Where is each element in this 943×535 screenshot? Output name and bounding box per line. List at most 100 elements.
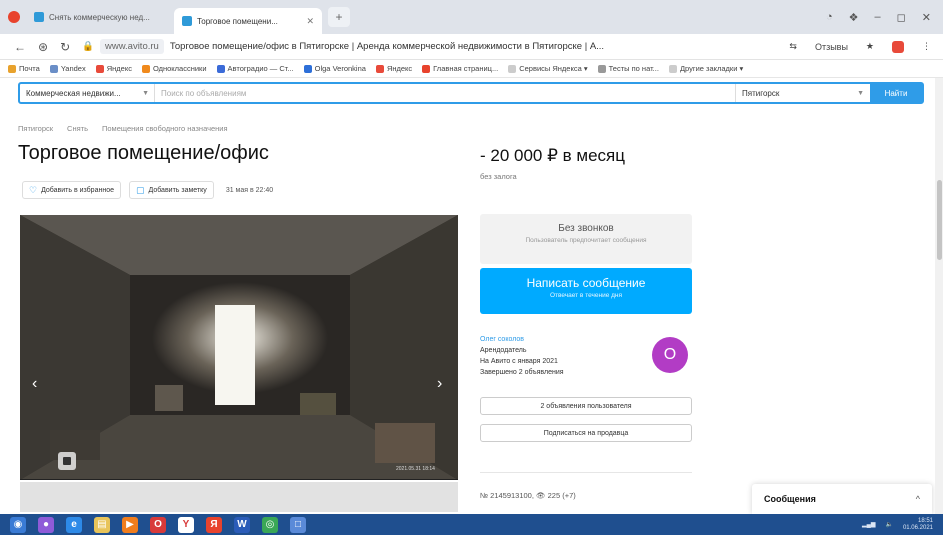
bookmark-item[interactable]: Тесты по нат... bbox=[597, 64, 659, 73]
browser-logo-icon[interactable] bbox=[8, 11, 20, 23]
scrollbar-thumb[interactable] bbox=[937, 180, 942, 260]
avatar[interactable]: О bbox=[652, 337, 688, 373]
bookmark-item[interactable]: Yandex bbox=[49, 64, 86, 73]
note-icon: ▢ bbox=[135, 184, 145, 195]
taskbar-yandex-browser-icon[interactable]: Я bbox=[206, 516, 222, 533]
maximize-button[interactable]: ◻ bbox=[897, 11, 906, 24]
url-host: www.avito.ru bbox=[99, 39, 164, 54]
taskbar-app-icon[interactable]: ● bbox=[38, 516, 54, 533]
tab-commercial[interactable]: Снять коммерческую нед... bbox=[26, 6, 174, 28]
tab-label: Снять коммерческую нед... bbox=[49, 12, 150, 22]
menu-icon[interactable]: ⋮ bbox=[922, 41, 931, 52]
security-icon[interactable]: ⊛ bbox=[38, 40, 48, 54]
favorite-label: Добавить в избранное bbox=[41, 186, 114, 194]
city-select[interactable]: Пятигорск ▼ bbox=[735, 84, 870, 102]
windows-taskbar: ◉ ● e ▤ ▶ O Y Я W ◎ □ ▂▄▆ 🔈 18:51 01.06.2021 bbox=[0, 514, 943, 535]
taskbar-word-icon[interactable]: W bbox=[234, 516, 250, 533]
taskbar-opera-icon[interactable]: O bbox=[150, 516, 166, 533]
bookmark-label: Тесты по нат... bbox=[608, 64, 659, 73]
no-calls-subtitle: Пользователь предпочитает сообщения bbox=[525, 237, 647, 244]
breadcrumb-item[interactable]: Пятигорск bbox=[18, 124, 53, 133]
bookmark-item[interactable]: Автоградио — Ст... bbox=[216, 64, 294, 73]
page-title-in-url: Торговое помещение/офис в Пятигорске | А… bbox=[169, 41, 605, 52]
messages-widget[interactable]: Сообщения ^ bbox=[752, 484, 932, 514]
chevron-up-icon[interactable]: ^ bbox=[916, 494, 920, 504]
bookmark-item[interactable]: Одноклассники bbox=[141, 64, 207, 73]
bookmark-label: Главная страниц... bbox=[433, 64, 499, 73]
bookmark-star-icon[interactable]: ★ bbox=[866, 41, 874, 52]
new-tab-button[interactable]: + bbox=[328, 7, 350, 27]
tab-close-icon[interactable]: ✕ bbox=[306, 16, 314, 27]
back-arrow-icon[interactable]: ← bbox=[14, 40, 26, 54]
breadcrumb: Пятигорск Снять Помещения свободного наз… bbox=[18, 124, 228, 133]
tab-listing[interactable]: Торговое помещени... ✕ bbox=[174, 8, 322, 34]
extensions-icon[interactable]: ❖ bbox=[849, 11, 859, 24]
bookmark-favicon-icon bbox=[95, 64, 104, 73]
taskbar-ie-icon[interactable]: e bbox=[66, 516, 82, 533]
taskbar-start-icon[interactable]: ◉ bbox=[10, 516, 26, 533]
seller-since: На Авито с января 2021 bbox=[480, 358, 558, 365]
photo-next-arrow-icon[interactable]: › bbox=[437, 375, 442, 393]
bookmark-favicon-icon bbox=[141, 64, 150, 73]
add-note-button[interactable]: ▢ Добавить заметку bbox=[128, 181, 214, 199]
address-bar-actions: ⇆ Отзывы ★ ⋮ bbox=[789, 40, 943, 53]
bookmark-item[interactable]: Главная страниц... bbox=[422, 64, 498, 73]
seller-name-link[interactable]: Олег соколов bbox=[480, 334, 564, 345]
reader-mode-icon[interactable]: ⇆ bbox=[789, 41, 797, 52]
room-photo-image bbox=[20, 215, 458, 480]
taskbar-chrome-icon[interactable]: ◎ bbox=[262, 516, 278, 533]
no-calls-title: Без звонков bbox=[558, 223, 614, 234]
listing-photo[interactable] bbox=[20, 215, 458, 480]
bookmark-favicon-icon bbox=[375, 64, 384, 73]
reviews-link[interactable]: Отзывы bbox=[815, 42, 848, 52]
photo-thumbnail-strip[interactable] bbox=[20, 482, 458, 512]
clock[interactable]: 18:51 01.06.2021 bbox=[903, 518, 933, 532]
minimize-button[interactable]: – bbox=[875, 11, 881, 23]
add-to-favorites-button[interactable]: ♡ Добавить в избранное bbox=[22, 181, 121, 199]
lock-icon: 🔒 bbox=[82, 41, 94, 52]
find-button[interactable]: Найти bbox=[870, 84, 922, 102]
breadcrumb-item[interactable]: Помещения свободного назначения bbox=[102, 124, 228, 133]
adblock-shield-icon[interactable] bbox=[892, 40, 904, 53]
bookmark-item[interactable]: Почта bbox=[8, 64, 40, 73]
bookmark-item[interactable]: Olga Veronkina bbox=[303, 64, 366, 73]
page-scrollbar[interactable] bbox=[935, 78, 943, 514]
bookmark-favicon-icon bbox=[303, 64, 312, 73]
taskbar-explorer-icon[interactable]: ▤ bbox=[94, 516, 110, 533]
taskbar-window-icon[interactable]: □ bbox=[290, 516, 306, 533]
bookmark-item[interactable]: Другие закладки ▾ bbox=[668, 64, 743, 73]
reload-icon[interactable]: ↻ bbox=[60, 40, 70, 54]
bookmark-item[interactable]: Яндекс bbox=[375, 64, 412, 73]
listing-date: 31 мая в 22:40 bbox=[225, 186, 274, 194]
subscribe-seller-button[interactable]: Подписаться на продавца bbox=[480, 424, 692, 442]
no-calls-notice: Без звонков Пользователь предпочитает со… bbox=[480, 214, 692, 264]
clock-date: 01.06.2021 bbox=[902, 524, 933, 531]
bookmark-item[interactable]: Яндекс bbox=[95, 64, 132, 73]
bookmark-label: Yandex bbox=[60, 64, 86, 73]
write-message-subtitle: Отвечает в течение дня bbox=[549, 292, 623, 299]
downloads-icon[interactable]: ◔ bbox=[826, 11, 833, 23]
photo-prev-arrow-icon[interactable]: ‹ bbox=[32, 375, 37, 393]
browser-tab-strip: Снять коммерческую нед... Торговое помещ… bbox=[0, 0, 943, 34]
taskbar-yandex-icon[interactable]: Y bbox=[178, 516, 194, 533]
city-value: Пятигорск bbox=[742, 88, 780, 98]
listing-number-views: № 2145913100, 👁 225 (+7) bbox=[480, 491, 576, 500]
volume-icon[interactable]: 🔈 bbox=[885, 521, 892, 528]
bookmark-item[interactable]: Сервисы Яндекса ▾ bbox=[508, 64, 588, 73]
seller-role: Арендодатель bbox=[480, 347, 527, 354]
bookmark-favicon-icon bbox=[49, 64, 58, 73]
write-message-title: Написать сообщение bbox=[526, 276, 646, 290]
taskbar-media-icon[interactable]: ▶ bbox=[122, 516, 138, 533]
fullscreen-photo-button[interactable] bbox=[58, 452, 76, 470]
search-input[interactable]: Поиск по объявлениям bbox=[155, 84, 735, 102]
user-ads-button[interactable]: 2 объявления пользователя bbox=[480, 397, 692, 415]
bookmark-favicon-icon bbox=[8, 64, 16, 73]
listing-price: - 20 000 ₽ в месяц bbox=[480, 146, 625, 165]
write-message-button[interactable]: Написать сообщение Отвечает в течение дн… bbox=[480, 268, 692, 314]
category-select[interactable]: Коммерческая недвижи... ▼ bbox=[20, 84, 155, 102]
breadcrumb-item[interactable]: Снять bbox=[67, 124, 88, 133]
site-favicon-icon bbox=[34, 12, 44, 22]
network-icon[interactable]: ▂▄▆ bbox=[862, 521, 875, 528]
close-window-button[interactable]: ✕ bbox=[922, 11, 931, 24]
url-field[interactable]: 🔒 www.avito.ru Торговое помещение/офис в… bbox=[82, 39, 642, 54]
